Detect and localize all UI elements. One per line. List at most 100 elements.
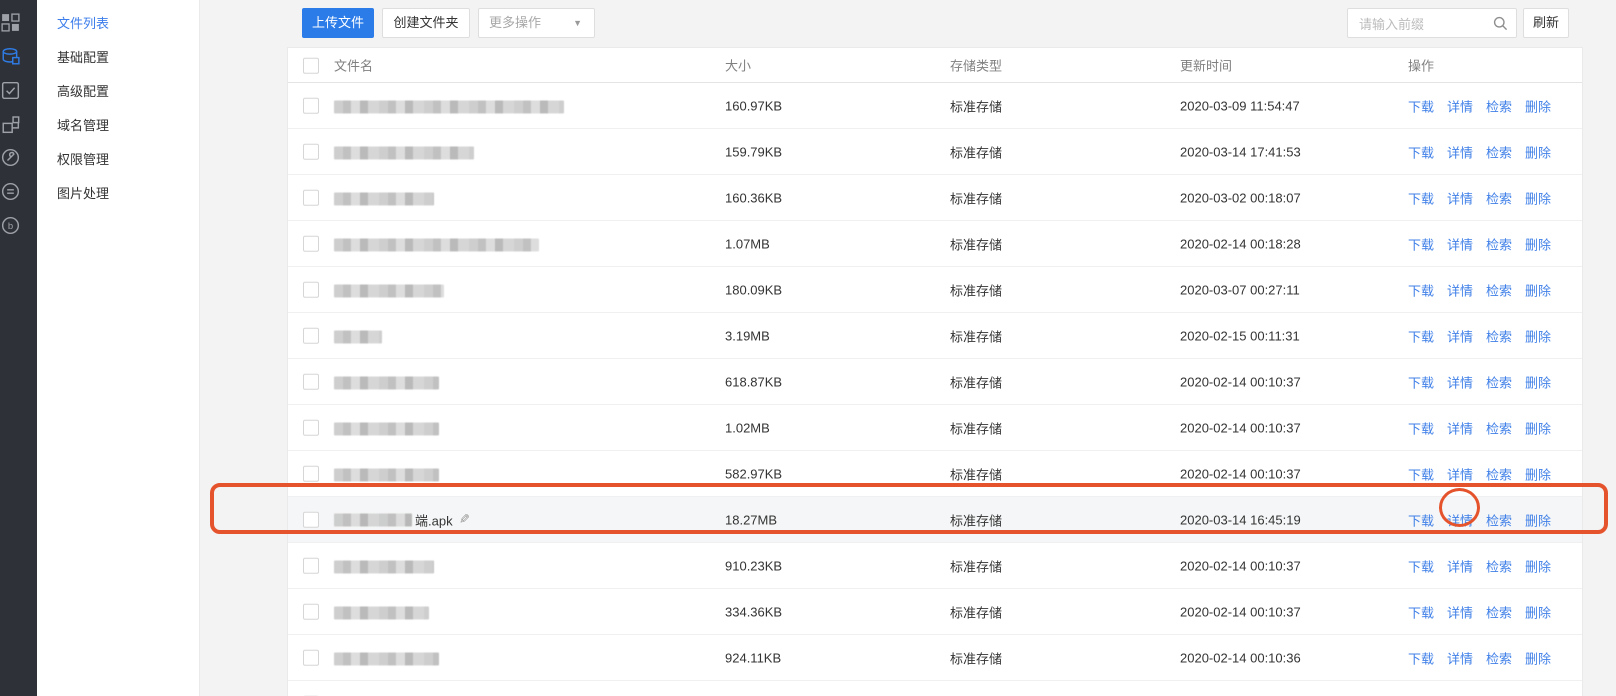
sidebar-item-basic-config[interactable]: 基础配置: [57, 48, 109, 68]
retrieve-link[interactable]: 检索: [1486, 559, 1512, 574]
delete-link[interactable]: 删除: [1525, 99, 1551, 114]
retrieve-link[interactable]: 检索: [1486, 191, 1512, 206]
upload-file-button[interactable]: 上传文件: [302, 8, 374, 38]
overview-grid-icon[interactable]: [1, 13, 20, 32]
details-link[interactable]: 详情: [1447, 651, 1473, 666]
details-link[interactable]: 详情: [1447, 375, 1473, 390]
row-checkbox[interactable]: [303, 144, 319, 160]
row-checkbox[interactable]: [303, 558, 319, 574]
download-link[interactable]: 下载: [1408, 283, 1434, 298]
row-checkbox[interactable]: [303, 650, 319, 666]
delete-link[interactable]: 删除: [1525, 145, 1551, 160]
details-link[interactable]: 详情: [1447, 329, 1473, 344]
delete-link[interactable]: 删除: [1525, 559, 1551, 574]
retrieve-link[interactable]: 检索: [1486, 467, 1512, 482]
details-link[interactable]: 详情: [1447, 513, 1473, 528]
sidebar-item-image-process[interactable]: 图片处理: [57, 184, 109, 204]
retrieve-link[interactable]: 检索: [1486, 145, 1512, 160]
row-checkbox[interactable]: [303, 604, 319, 620]
delete-link[interactable]: 删除: [1525, 283, 1551, 298]
prefix-search-input[interactable]: [1357, 10, 1486, 38]
select-all-checkbox[interactable]: [303, 57, 319, 73]
download-link[interactable]: 下载: [1408, 237, 1434, 252]
sidebar-item-permission-mgmt[interactable]: 权限管理: [57, 150, 109, 170]
details-link[interactable]: 详情: [1447, 99, 1473, 114]
redacted-filename[interactable]: [334, 146, 474, 159]
more-actions-dropdown[interactable]: 更多操作 ▼: [478, 8, 595, 38]
download-link[interactable]: 下载: [1408, 467, 1434, 482]
download-link[interactable]: 下载: [1408, 559, 1434, 574]
bucket-storage-icon[interactable]: [1, 47, 20, 66]
retrieve-link[interactable]: 检索: [1486, 605, 1512, 620]
filename-suffix[interactable]: 端.apk: [415, 513, 453, 528]
redacted-filename[interactable]: [334, 652, 439, 665]
create-folder-button[interactable]: 创建文件夹: [382, 8, 470, 38]
delete-link[interactable]: 删除: [1525, 467, 1551, 482]
delete-link[interactable]: 删除: [1525, 421, 1551, 436]
retrieve-link[interactable]: 检索: [1486, 651, 1512, 666]
retrieve-link[interactable]: 检索: [1486, 421, 1512, 436]
download-link[interactable]: 下载: [1408, 513, 1434, 528]
details-link[interactable]: 详情: [1447, 605, 1473, 620]
download-link[interactable]: 下载: [1408, 99, 1434, 114]
search-icon[interactable]: [1493, 16, 1508, 31]
redacted-filename[interactable]: [334, 606, 429, 619]
sidebar-item-domain-mgmt[interactable]: 域名管理: [57, 116, 109, 136]
retrieve-link[interactable]: 检索: [1486, 99, 1512, 114]
row-checkbox[interactable]: [303, 328, 319, 344]
redacted-filename[interactable]: [334, 330, 382, 343]
redacted-filename[interactable]: [334, 560, 434, 573]
details-link[interactable]: 详情: [1447, 145, 1473, 160]
retrieve-link[interactable]: 检索: [1486, 513, 1512, 528]
delete-link[interactable]: 删除: [1525, 513, 1551, 528]
download-link[interactable]: 下载: [1408, 651, 1434, 666]
row-checkbox[interactable]: [303, 466, 319, 482]
delete-link[interactable]: 删除: [1525, 605, 1551, 620]
retrieve-link[interactable]: 检索: [1486, 237, 1512, 252]
circle-b-icon[interactable]: b: [1, 216, 20, 235]
sidebar-item-advanced-config[interactable]: 高级配置: [57, 82, 109, 102]
redacted-filename[interactable]: [334, 422, 439, 435]
details-link[interactable]: 详情: [1447, 191, 1473, 206]
task-check-icon[interactable]: [1, 81, 20, 100]
retrieve-link[interactable]: 检索: [1486, 329, 1512, 344]
download-link[interactable]: 下载: [1408, 421, 1434, 436]
redacted-filename[interactable]: [334, 468, 439, 481]
row-checkbox[interactable]: [303, 236, 319, 252]
sidebar-item-file-list[interactable]: 文件列表: [57, 14, 109, 34]
delete-link[interactable]: 删除: [1525, 191, 1551, 206]
redacted-filename[interactable]: [334, 238, 539, 251]
row-checkbox[interactable]: [303, 98, 319, 114]
redacted-filename[interactable]: [334, 376, 439, 389]
tools-wrench-icon[interactable]: [1, 148, 20, 167]
retrieve-link[interactable]: 检索: [1486, 283, 1512, 298]
download-link[interactable]: 下载: [1408, 605, 1434, 620]
redacted-filename[interactable]: [334, 100, 564, 113]
refresh-button[interactable]: 刷新: [1523, 8, 1569, 38]
retrieve-link[interactable]: 检索: [1486, 375, 1512, 390]
delete-link[interactable]: 删除: [1525, 237, 1551, 252]
details-link[interactable]: 详情: [1447, 283, 1473, 298]
row-checkbox[interactable]: [303, 420, 319, 436]
rename-pencil-icon[interactable]: ✎: [459, 512, 470, 528]
row-checkbox[interactable]: [303, 282, 319, 298]
download-link[interactable]: 下载: [1408, 191, 1434, 206]
details-link[interactable]: 详情: [1447, 237, 1473, 252]
delete-link[interactable]: 删除: [1525, 651, 1551, 666]
download-link[interactable]: 下载: [1408, 329, 1434, 344]
details-link[interactable]: 详情: [1447, 559, 1473, 574]
details-link[interactable]: 详情: [1447, 467, 1473, 482]
topology-icon[interactable]: [1, 115, 20, 134]
delete-link[interactable]: 删除: [1525, 329, 1551, 344]
redacted-filename[interactable]: [334, 192, 434, 205]
row-checkbox[interactable]: [303, 190, 319, 206]
row-checkbox[interactable]: [303, 512, 319, 528]
details-link[interactable]: 详情: [1447, 421, 1473, 436]
row-checkbox[interactable]: [303, 374, 319, 390]
redacted-filename[interactable]: [334, 513, 412, 526]
delete-link[interactable]: 删除: [1525, 375, 1551, 390]
download-link[interactable]: 下载: [1408, 375, 1434, 390]
redacted-filename[interactable]: [334, 284, 444, 297]
list-circle-icon[interactable]: [1, 182, 20, 201]
download-link[interactable]: 下载: [1408, 145, 1434, 160]
